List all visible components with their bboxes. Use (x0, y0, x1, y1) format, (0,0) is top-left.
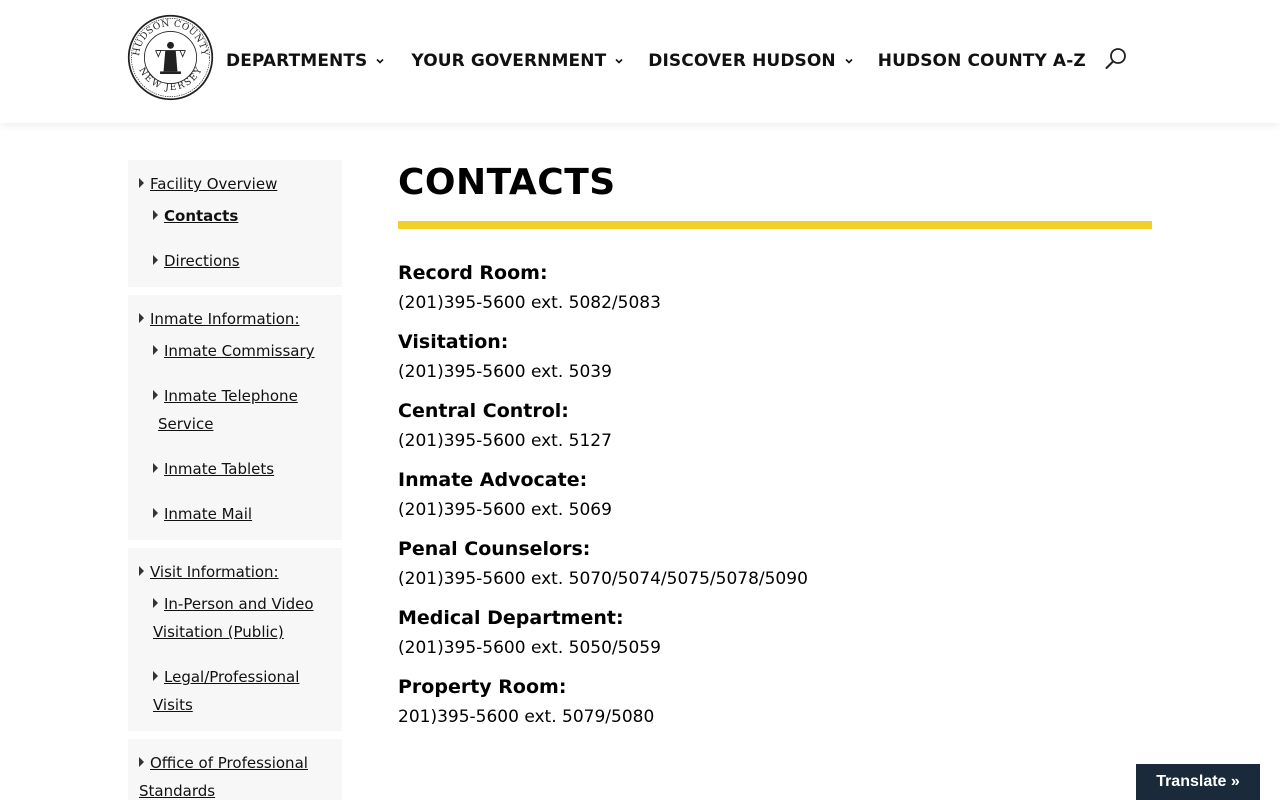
contact-label: Central Control: (398, 400, 569, 422)
caret-right-icon (153, 390, 158, 400)
sidebar-block-visit-information: Visit Information: In-Person and Video V… (128, 548, 342, 731)
contact-entry: Medical Department: (201)395-5600 ext. 5… (398, 604, 1152, 665)
sidebar-block-professional-standards: Office of Professional Standards (128, 739, 342, 800)
sidebar-item-inmate-tablets[interactable]: Inmate Tablets (133, 455, 334, 483)
sidebar-nav: Facility Overview Contacts Directions In… (128, 160, 342, 800)
contact-label: Inmate Advocate: (398, 469, 588, 491)
sidebar-link[interactable]: Office of Professional Standards (139, 754, 308, 800)
main-nav: DEPARTMENTS YOUR GOVERNMENT DISCOVER HUD… (226, 46, 1086, 76)
sidebar-link[interactable]: Directions (164, 252, 240, 270)
nav-label: DEPARTMENTS (226, 51, 368, 71)
contact-entry: Central Control: (201)395-5600 ext. 5127 (398, 397, 1152, 458)
contact-entry: Record Room: (201)395-5600 ext. 5082/508… (398, 259, 1152, 320)
contact-label: Record Room: (398, 262, 548, 284)
contact-phone: (201)395-5600 ext. 5082/5083 (398, 293, 661, 313)
contact-phone: 201)395-5600 ext. 5079/5080 (398, 707, 655, 727)
sidebar-link[interactable]: Legal/Professional Visits (153, 668, 299, 714)
contact-entry: Penal Counselors: (201)395-5600 ext. 507… (398, 535, 1152, 596)
sidebar-link[interactable]: Inmate Tablets (164, 460, 274, 478)
sidebar-link[interactable]: Inmate Mail (164, 505, 252, 523)
contact-phone: (201)395-5600 ext. 5039 (398, 362, 612, 382)
search-icon[interactable] (1104, 47, 1128, 71)
caret-right-icon (153, 255, 158, 265)
county-seal-logo[interactable]: HUDSON COUNTY NEW JERSEY (127, 14, 214, 101)
sidebar-link[interactable]: Inmate Commissary (164, 342, 315, 360)
caret-right-icon (153, 463, 158, 473)
sidebar-item-legal-professional[interactable]: Legal/Professional Visits (133, 663, 334, 719)
nav-discover-hudson[interactable]: DISCOVER HUDSON (648, 46, 854, 76)
caret-right-icon (139, 757, 144, 767)
sidebar-item-facility-overview[interactable]: Facility Overview (133, 170, 334, 198)
sidebar-item-inmate-telephone[interactable]: Inmate Telephone Service (133, 382, 334, 438)
contact-label: Visitation: (398, 331, 509, 353)
caret-right-icon (139, 178, 144, 188)
nav-label: YOUR GOVERNMENT (411, 51, 607, 71)
sidebar-item-inmate-commissary[interactable]: Inmate Commissary (133, 337, 334, 365)
translate-button[interactable]: Translate » (1136, 764, 1260, 800)
caret-right-icon (153, 345, 158, 355)
nav-your-government[interactable]: YOUR GOVERNMENT (411, 46, 624, 76)
chevron-down-icon (376, 58, 384, 64)
sidebar-item-in-person-video[interactable]: In-Person and Video Visitation (Public) (133, 590, 334, 646)
site-header: HUDSON COUNTY NEW JERSEY DEPARTMENTS YOU… (0, 0, 1280, 123)
contact-label: Property Room: (398, 676, 567, 698)
nav-departments[interactable]: DEPARTMENTS (226, 46, 385, 76)
title-underline-bar (398, 221, 1152, 229)
contact-entry: Inmate Advocate: (201)395-5600 ext. 5069 (398, 466, 1152, 527)
contact-label: Medical Department: (398, 607, 624, 629)
chevron-down-icon (845, 58, 853, 64)
caret-right-icon (153, 671, 158, 681)
sidebar-link[interactable]: Visit Information: (150, 563, 279, 581)
nav-label: DISCOVER HUDSON (648, 51, 836, 71)
sidebar-item-contacts[interactable]: Contacts (133, 202, 334, 230)
sidebar-item-inmate-information[interactable]: Inmate Information: (133, 305, 334, 333)
sidebar-item-directions[interactable]: Directions (133, 247, 334, 275)
contact-phone: (201)395-5600 ext. 5050/5059 (398, 638, 661, 658)
sidebar-item-office-professional-standards[interactable]: Office of Professional Standards (133, 749, 334, 800)
caret-right-icon (153, 210, 158, 220)
contact-label: Penal Counselors: (398, 538, 591, 560)
sidebar-link[interactable]: Inmate Telephone Service (158, 387, 298, 433)
main-content: CONTACTS Record Room: (201)395-5600 ext.… (398, 160, 1152, 742)
contact-entry: Visitation: (201)395-5600 ext. 5039 (398, 328, 1152, 389)
sidebar-link[interactable]: Inmate Information: (150, 310, 300, 328)
sidebar-link[interactable]: Contacts (164, 207, 238, 225)
contact-phone: (201)395-5600 ext. 5127 (398, 431, 612, 451)
caret-right-icon (139, 566, 144, 576)
sidebar-link[interactable]: Facility Overview (150, 175, 277, 193)
caret-right-icon (153, 508, 158, 518)
sidebar-link[interactable]: In-Person and Video Visitation (Public) (153, 595, 314, 641)
page-title: CONTACTS (398, 162, 616, 203)
sidebar-block-inmate-information: Inmate Information: Inmate Commissary In… (128, 295, 342, 540)
nav-hudson-county-a-z[interactable]: HUDSON COUNTY A-Z (878, 46, 1086, 76)
contact-entry: Property Room: 201)395-5600 ext. 5079/50… (398, 673, 1152, 734)
sidebar-item-inmate-mail[interactable]: Inmate Mail (133, 500, 334, 528)
chevron-down-icon (615, 58, 623, 64)
nav-label: HUDSON COUNTY A-Z (877, 51, 1086, 71)
caret-right-icon (139, 313, 144, 323)
contacts-list: Record Room: (201)395-5600 ext. 5082/508… (398, 259, 1152, 734)
contact-phone: (201)395-5600 ext. 5069 (398, 500, 612, 520)
contact-phone: (201)395-5600 ext. 5070/5074/5075/5078/5… (398, 569, 808, 589)
caret-right-icon (153, 598, 158, 608)
sidebar-item-visit-information[interactable]: Visit Information: (133, 558, 334, 586)
sidebar-block-facility: Facility Overview Contacts Directions (128, 160, 342, 287)
